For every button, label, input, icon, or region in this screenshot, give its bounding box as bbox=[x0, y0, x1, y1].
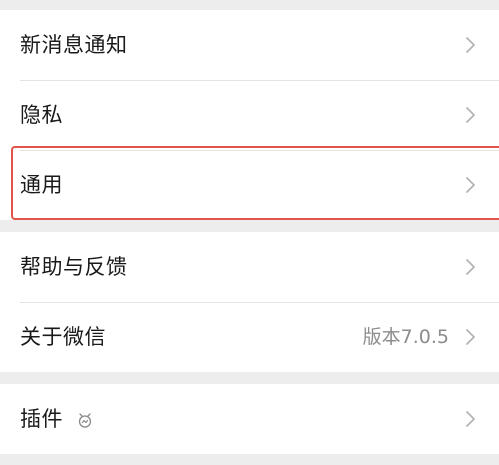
menu-item-new-message-notifications[interactable]: 新消息通知 bbox=[0, 10, 499, 80]
menu-item-label: 隐私 bbox=[20, 103, 63, 127]
menu-item-plugins[interactable]: 插件 bbox=[0, 384, 499, 454]
settings-group-3: 插件 bbox=[0, 384, 499, 454]
chevron-right-icon bbox=[465, 176, 477, 194]
chevron-right-icon bbox=[465, 258, 477, 276]
menu-item-label: 新消息通知 bbox=[20, 33, 128, 57]
plugin-icon bbox=[76, 411, 94, 429]
chevron-right-icon bbox=[465, 410, 477, 428]
menu-item-general[interactable]: 通用 bbox=[0, 150, 499, 220]
menu-item-about-wechat[interactable]: 关于微信 版本7.0.5 bbox=[0, 302, 499, 372]
settings-group-2: 帮助与反馈 关于微信 版本7.0.5 bbox=[0, 232, 499, 372]
menu-item-privacy[interactable]: 隐私 bbox=[0, 80, 499, 150]
chevron-right-icon bbox=[465, 328, 477, 346]
menu-item-help-feedback[interactable]: 帮助与反馈 bbox=[0, 232, 499, 302]
menu-item-label: 通用 bbox=[20, 173, 63, 197]
chevron-right-icon bbox=[465, 106, 477, 124]
settings-group-1: 新消息通知 隐私 通用 bbox=[0, 10, 499, 220]
menu-item-label: 插件 bbox=[20, 407, 63, 431]
menu-item-label: 关于微信 bbox=[20, 325, 106, 349]
version-value: 版本7.0.5 bbox=[362, 326, 449, 348]
settings-list: 新消息通知 隐私 通用 帮助与反馈 关于微信 版本7.0.5 插件 bbox=[0, 0, 499, 465]
menu-item-label: 帮助与反馈 bbox=[20, 255, 128, 279]
chevron-right-icon bbox=[465, 36, 477, 54]
